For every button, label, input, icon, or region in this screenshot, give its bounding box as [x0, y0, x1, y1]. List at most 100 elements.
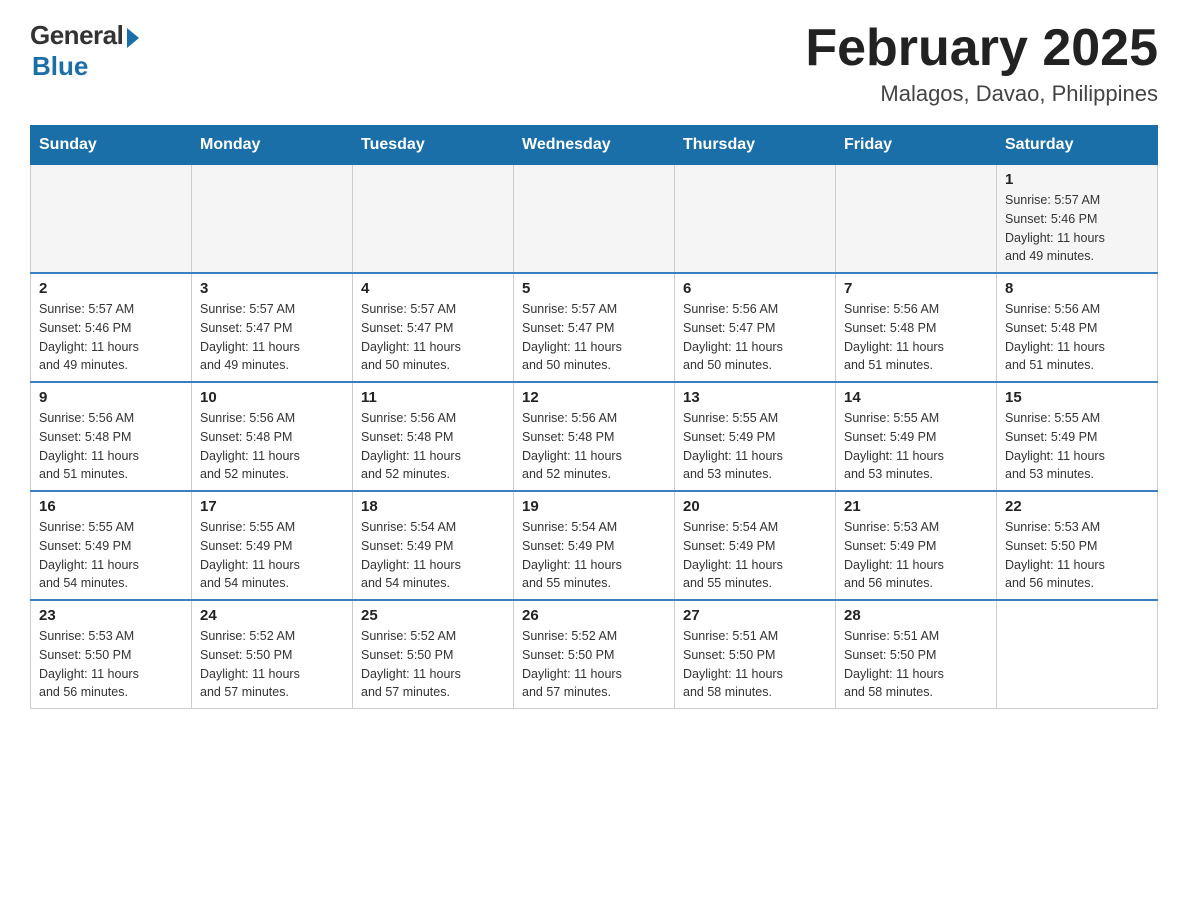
day-info: Sunrise: 5:53 AMSunset: 5:50 PMDaylight:… [1005, 520, 1105, 590]
day-info: Sunrise: 5:57 AMSunset: 5:47 PMDaylight:… [200, 302, 300, 372]
calendar-cell-w3d6: 22 Sunrise: 5:53 AMSunset: 5:50 PMDayligh… [997, 491, 1158, 600]
day-info: Sunrise: 5:55 AMSunset: 5:49 PMDaylight:… [39, 520, 139, 590]
calendar-cell-w4d0: 23 Sunrise: 5:53 AMSunset: 5:50 PMDayligh… [31, 600, 192, 709]
day-info: Sunrise: 5:56 AMSunset: 5:48 PMDaylight:… [39, 411, 139, 481]
day-info: Sunrise: 5:52 AMSunset: 5:50 PMDaylight:… [361, 629, 461, 699]
day-info: Sunrise: 5:56 AMSunset: 5:48 PMDaylight:… [1005, 302, 1105, 372]
calendar-week-row-4: 23 Sunrise: 5:53 AMSunset: 5:50 PMDayligh… [31, 600, 1158, 709]
day-info: Sunrise: 5:53 AMSunset: 5:50 PMDaylight:… [39, 629, 139, 699]
day-number: 22 [1005, 498, 1149, 515]
calendar-cell-w2d3: 12 Sunrise: 5:56 AMSunset: 5:48 PMDayligh… [514, 382, 675, 491]
day-number: 8 [1005, 280, 1149, 297]
day-number: 27 [683, 607, 827, 624]
day-number: 18 [361, 498, 505, 515]
day-number: 10 [200, 389, 344, 406]
calendar-cell-w1d2: 4 Sunrise: 5:57 AMSunset: 5:47 PMDaylight… [353, 273, 514, 382]
day-number: 12 [522, 389, 666, 406]
calendar-cell-w4d3: 26Sunrise: 5:52 AMSunset: 5:50 PMDayligh… [514, 600, 675, 709]
day-number: 14 [844, 389, 988, 406]
calendar-week-row-2: 9 Sunrise: 5:56 AMSunset: 5:48 PMDaylight… [31, 382, 1158, 491]
calendar-cell-w2d2: 11 Sunrise: 5:56 AMSunset: 5:48 PMDayligh… [353, 382, 514, 491]
calendar-cell-w3d4: 20 Sunrise: 5:54 AMSunset: 5:49 PMDayligh… [675, 491, 836, 600]
calendar-cell-w3d0: 16 Sunrise: 5:55 AMSunset: 5:49 PMDayligh… [31, 491, 192, 600]
calendar-cell-w4d4: 27 Sunrise: 5:51 AMSunset: 5:50 PMDayligh… [675, 600, 836, 709]
calendar-cell-w4d6 [997, 600, 1158, 709]
calendar-cell-w2d4: 13 Sunrise: 5:55 AMSunset: 5:49 PMDayligh… [675, 382, 836, 491]
calendar-cell-w0d1 [192, 165, 353, 274]
day-number: 24 [200, 607, 344, 624]
day-info: Sunrise: 5:57 AMSunset: 5:46 PMDaylight:… [1005, 193, 1105, 263]
day-info: Sunrise: 5:54 AMSunset: 5:49 PMDaylight:… [522, 520, 622, 590]
calendar-cell-w0d2 [353, 165, 514, 274]
calendar-cell-w1d4: 6Sunrise: 5:56 AMSunset: 5:47 PMDaylight… [675, 273, 836, 382]
header-monday: Monday [192, 126, 353, 165]
day-info: Sunrise: 5:55 AMSunset: 5:49 PMDaylight:… [200, 520, 300, 590]
calendar-cell-w1d3: 5 Sunrise: 5:57 AMSunset: 5:47 PMDaylight… [514, 273, 675, 382]
calendar-cell-w2d0: 9 Sunrise: 5:56 AMSunset: 5:48 PMDaylight… [31, 382, 192, 491]
logo-blue-text: Blue [32, 51, 88, 82]
logo-arrow-icon [127, 28, 139, 48]
day-info: Sunrise: 5:54 AMSunset: 5:49 PMDaylight:… [683, 520, 783, 590]
calendar-cell-w0d3 [514, 165, 675, 274]
day-number: 9 [39, 389, 183, 406]
day-number: 20 [683, 498, 827, 515]
day-info: Sunrise: 5:51 AMSunset: 5:50 PMDaylight:… [844, 629, 944, 699]
day-number: 26 [522, 607, 666, 624]
calendar-week-row-0: 1 Sunrise: 5:57 AMSunset: 5:46 PMDaylight… [31, 165, 1158, 274]
calendar-cell-w2d6: 15 Sunrise: 5:55 AMSunset: 5:49 PMDayligh… [997, 382, 1158, 491]
logo: General Blue [30, 20, 139, 82]
day-number: 16 [39, 498, 183, 515]
day-number: 25 [361, 607, 505, 624]
day-number: 6 [683, 280, 827, 297]
day-info: Sunrise: 5:56 AMSunset: 5:48 PMDaylight:… [522, 411, 622, 481]
calendar-cell-w2d5: 14Sunrise: 5:55 AMSunset: 5:49 PMDayligh… [836, 382, 997, 491]
day-info: Sunrise: 5:51 AMSunset: 5:50 PMDaylight:… [683, 629, 783, 699]
day-number: 2 [39, 280, 183, 297]
calendar-cell-w3d1: 17 Sunrise: 5:55 AMSunset: 5:49 PMDayligh… [192, 491, 353, 600]
calendar-table: Sunday Monday Tuesday Wednesday Thursday… [30, 125, 1158, 709]
day-number: 21 [844, 498, 988, 515]
day-info: Sunrise: 5:57 AMSunset: 5:47 PMDaylight:… [522, 302, 622, 372]
day-number: 23 [39, 607, 183, 624]
day-number: 13 [683, 389, 827, 406]
header-wednesday: Wednesday [514, 126, 675, 165]
day-info: Sunrise: 5:55 AMSunset: 5:49 PMDaylight:… [1005, 411, 1105, 481]
logo-general-text: General [30, 20, 123, 51]
calendar-cell-w0d4 [675, 165, 836, 274]
day-info: Sunrise: 5:56 AMSunset: 5:48 PMDaylight:… [844, 302, 944, 372]
day-number: 5 [522, 280, 666, 297]
calendar-cell-w1d6: 8 Sunrise: 5:56 AMSunset: 5:48 PMDaylight… [997, 273, 1158, 382]
day-info: Sunrise: 5:57 AMSunset: 5:46 PMDaylight:… [39, 302, 139, 372]
day-info: Sunrise: 5:54 AMSunset: 5:49 PMDaylight:… [361, 520, 461, 590]
calendar-cell-w3d2: 18 Sunrise: 5:54 AMSunset: 5:49 PMDayligh… [353, 491, 514, 600]
calendar-cell-w4d5: 28 Sunrise: 5:51 AMSunset: 5:50 PMDayligh… [836, 600, 997, 709]
day-info: Sunrise: 5:53 AMSunset: 5:49 PMDaylight:… [844, 520, 944, 590]
calendar-cell-w3d3: 19 Sunrise: 5:54 AMSunset: 5:49 PMDayligh… [514, 491, 675, 600]
day-number: 7 [844, 280, 988, 297]
header-sunday: Sunday [31, 126, 192, 165]
day-number: 17 [200, 498, 344, 515]
calendar-cell-w3d5: 21 Sunrise: 5:53 AMSunset: 5:49 PMDayligh… [836, 491, 997, 600]
calendar-cell-w0d6: 1 Sunrise: 5:57 AMSunset: 5:46 PMDaylight… [997, 165, 1158, 274]
day-info: Sunrise: 5:52 AMSunset: 5:50 PMDaylight:… [200, 629, 300, 699]
day-number: 19 [522, 498, 666, 515]
calendar-subtitle: Malagos, Davao, Philippines [805, 81, 1158, 107]
day-number: 1 [1005, 171, 1149, 188]
header-saturday: Saturday [997, 126, 1158, 165]
page-header: General Blue February 2025 Malagos, Dava… [30, 20, 1158, 107]
day-number: 11 [361, 389, 505, 406]
calendar-cell-w0d0 [31, 165, 192, 274]
day-info: Sunrise: 5:56 AMSunset: 5:48 PMDaylight:… [361, 411, 461, 481]
day-number: 4 [361, 280, 505, 297]
day-info: Sunrise: 5:55 AMSunset: 5:49 PMDaylight:… [683, 411, 783, 481]
header-thursday: Thursday [675, 126, 836, 165]
day-number: 28 [844, 607, 988, 624]
calendar-cell-w4d2: 25 Sunrise: 5:52 AMSunset: 5:50 PMDayligh… [353, 600, 514, 709]
calendar-header-row: Sunday Monday Tuesday Wednesday Thursday… [31, 126, 1158, 165]
calendar-cell-w4d1: 24 Sunrise: 5:52 AMSunset: 5:50 PMDayligh… [192, 600, 353, 709]
calendar-cell-w1d5: 7 Sunrise: 5:56 AMSunset: 5:48 PMDaylight… [836, 273, 997, 382]
day-number: 15 [1005, 389, 1149, 406]
calendar-week-row-3: 16 Sunrise: 5:55 AMSunset: 5:49 PMDayligh… [31, 491, 1158, 600]
day-info: Sunrise: 5:57 AMSunset: 5:47 PMDaylight:… [361, 302, 461, 372]
title-block: February 2025 Malagos, Davao, Philippine… [805, 20, 1158, 107]
